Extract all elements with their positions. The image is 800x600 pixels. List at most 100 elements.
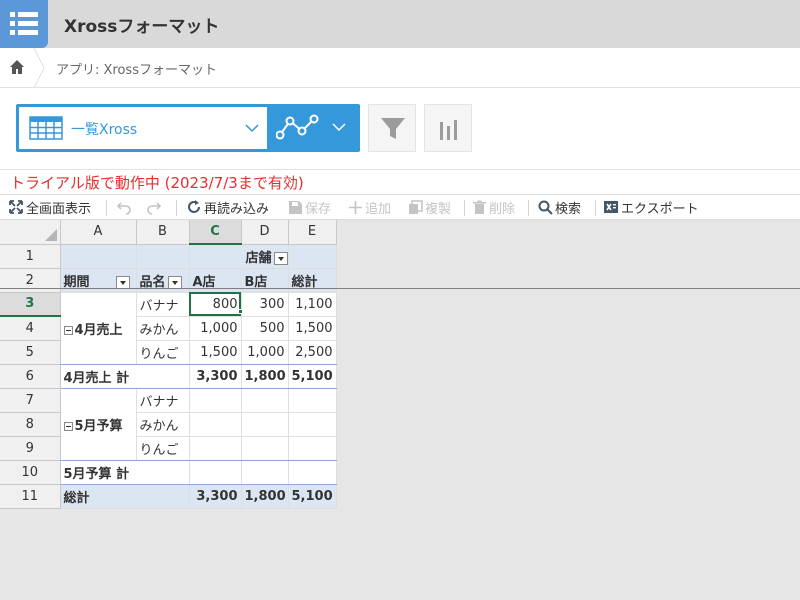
- grid-cell[interactable]: 1,500: [288, 316, 337, 341]
- period-filter-button[interactable]: [115, 275, 130, 289]
- grid-cell[interactable]: バナナ: [136, 292, 190, 317]
- export-button[interactable]: エクスポート: [603, 198, 699, 217]
- delete-button[interactable]: 削除: [472, 198, 515, 217]
- table-row: 11 総計 3,300 1,800 5,100: [0, 484, 337, 509]
- active-cell[interactable]: 800: [189, 292, 242, 317]
- grid-cell[interactable]: みかん: [136, 316, 190, 341]
- column-header-c[interactable]: C: [189, 220, 242, 245]
- grid-cell[interactable]: [189, 388, 242, 413]
- grid-cell[interactable]: [136, 244, 190, 269]
- grid-cell[interactable]: 1,100: [288, 292, 337, 317]
- save-button[interactable]: 保存: [288, 198, 331, 217]
- graph-icon[interactable]: [276, 113, 320, 141]
- row-header[interactable]: 6: [0, 364, 61, 389]
- april-group-cell[interactable]: 4月売上: [60, 292, 137, 365]
- grid-cell[interactable]: [60, 244, 137, 269]
- column-header-b[interactable]: B: [136, 220, 190, 245]
- grid-cell[interactable]: バナナ: [136, 388, 190, 413]
- table-row: 9 りんご: [0, 436, 337, 461]
- row-header[interactable]: 8: [0, 412, 61, 437]
- column-header-a[interactable]: A: [60, 220, 137, 245]
- row-header[interactable]: 10: [0, 460, 61, 485]
- table-row: 1 店舗: [0, 244, 337, 269]
- chart-button[interactable]: [424, 104, 472, 152]
- redo-button[interactable]: [146, 198, 164, 216]
- collapse-icon[interactable]: [63, 325, 73, 335]
- app-list-icon[interactable]: [0, 0, 48, 48]
- breadcrumb-app-link[interactable]: アプリ: Xrossフォーマット: [56, 59, 217, 78]
- grid-cell[interactable]: 1,000: [189, 316, 242, 341]
- search-button[interactable]: 検索: [538, 198, 581, 217]
- april-subtotal-label[interactable]: 4月売上 計: [60, 364, 190, 389]
- refresh-icon: [188, 200, 200, 213]
- fill-handle[interactable]: [238, 309, 243, 314]
- plus-icon: [349, 200, 362, 214]
- chevron-down-icon[interactable]: [332, 122, 346, 132]
- grid-cell[interactable]: [189, 436, 242, 461]
- may-subtotal-label[interactable]: 5月予算 計: [60, 460, 190, 485]
- add-button[interactable]: 追加: [348, 198, 391, 217]
- row-header[interactable]: 5: [0, 340, 61, 365]
- grid-cell[interactable]: [288, 244, 337, 269]
- grid-cell[interactable]: 5,100: [288, 364, 337, 389]
- collapse-icon[interactable]: [63, 421, 73, 431]
- app-title: Xrossフォーマット: [64, 17, 220, 37]
- grid-cell[interactable]: [189, 460, 242, 485]
- grid-cell[interactable]: [241, 436, 289, 461]
- grid-cell[interactable]: 3,300: [189, 364, 242, 389]
- app-header: Xrossフォーマット: [0, 0, 800, 48]
- grid-cell[interactable]: 2,500: [288, 340, 337, 365]
- save-icon: [289, 200, 302, 214]
- grid-cell[interactable]: [288, 412, 337, 437]
- grid-cell[interactable]: 1,800: [241, 364, 289, 389]
- grid-cell[interactable]: りんご: [136, 340, 190, 365]
- grid-cell[interactable]: [241, 388, 289, 413]
- row-header[interactable]: 3: [0, 292, 61, 317]
- grid-cell[interactable]: りんご: [136, 436, 190, 461]
- row-header[interactable]: 7: [0, 388, 61, 413]
- grid-cell[interactable]: 1,800: [241, 484, 289, 509]
- home-icon[interactable]: [9, 59, 25, 75]
- fullscreen-button[interactable]: 全画面表示: [8, 198, 91, 217]
- row-header[interactable]: 11: [0, 484, 61, 509]
- table-row: 8 みかん: [0, 412, 337, 437]
- chevron-down-icon: [245, 124, 259, 133]
- grid-cell[interactable]: みかん: [136, 412, 190, 437]
- grid-cell[interactable]: [241, 460, 289, 485]
- select-all-corner[interactable]: [0, 220, 61, 245]
- grid-cell[interactable]: 3,300: [189, 484, 242, 509]
- row-header[interactable]: 1: [0, 244, 61, 269]
- column-header-e[interactable]: E: [288, 220, 337, 245]
- view-dropdown[interactable]: 一覧Xross: [19, 107, 267, 149]
- copy-button[interactable]: 複製: [408, 198, 451, 217]
- view-name: 一覧Xross: [71, 122, 138, 138]
- row-header[interactable]: 4: [0, 316, 61, 341]
- grid-cell[interactable]: 1,500: [189, 340, 242, 365]
- grid-cell[interactable]: [288, 460, 337, 485]
- expand-icon: [9, 200, 23, 214]
- grid-cell[interactable]: 300: [241, 292, 289, 317]
- toolbar-divider: [528, 200, 529, 216]
- grid-cell[interactable]: [288, 436, 337, 461]
- grid-cell[interactable]: [241, 412, 289, 437]
- item-filter-button[interactable]: [167, 275, 182, 289]
- grid-cell[interactable]: [288, 388, 337, 413]
- store-header-cell[interactable]: 店舗: [189, 244, 289, 269]
- reload-button[interactable]: 再読み込み: [186, 198, 269, 217]
- pivot-grid[interactable]: A B C D E 1 店舗 2 期間 品名 A店 B店 総計 3 4月売上 バ…: [0, 220, 337, 509]
- grid-cell[interactable]: 1,000: [241, 340, 289, 365]
- grid-cell[interactable]: [189, 412, 242, 437]
- grid-cell[interactable]: 500: [241, 316, 289, 341]
- column-header-d[interactable]: D: [241, 220, 289, 245]
- store-filter-button[interactable]: [273, 251, 287, 265]
- trash-icon: [473, 200, 486, 214]
- row-header[interactable]: 9: [0, 436, 61, 461]
- undo-button[interactable]: [116, 198, 134, 216]
- may-group-cell[interactable]: 5月予算: [60, 388, 137, 461]
- filter-button[interactable]: [368, 104, 416, 152]
- excel-icon: [604, 201, 618, 213]
- grid-cell[interactable]: 5,100: [288, 484, 337, 509]
- redo-icon: [147, 202, 162, 215]
- store-header-label: 店舗: [245, 250, 272, 266]
- grand-total-label[interactable]: 総計: [60, 484, 190, 509]
